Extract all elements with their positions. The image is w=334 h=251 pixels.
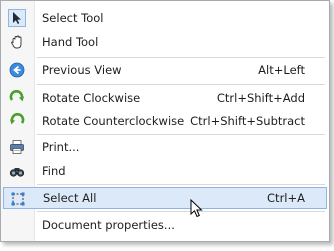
menu-item-label: Print... (42, 140, 80, 154)
menu-item-hand-tool[interactable]: Hand Tool (3, 31, 327, 53)
select-all-icon (9, 190, 27, 208)
menu-item-previous-view[interactable]: Previous View Alt+Left (3, 59, 327, 81)
binoculars-icon (8, 162, 26, 180)
menu-item-select-tool[interactable]: Select Tool (3, 7, 327, 29)
menu-item-label: Hand Tool (42, 35, 99, 49)
menu-item-rotate-counterclockwise[interactable]: Rotate Counterclockwise Ctrl+Shift+Subtr… (3, 110, 327, 132)
menu-item-document-properties[interactable]: Document properties... (3, 214, 327, 236)
menu-item-label: Select Tool (42, 11, 104, 25)
menu-separator (37, 184, 325, 185)
context-menu: Select Tool Hand Tool Previous View Alt+… (0, 0, 330, 242)
printer-icon (8, 138, 26, 156)
rotate-clockwise-icon (8, 89, 26, 107)
menu-item-label: Select All (43, 191, 97, 205)
back-arrow-icon (8, 61, 26, 79)
menu-item-find[interactable]: Find (3, 160, 327, 182)
mouse-pointer-icon (190, 199, 203, 218)
menu-separator (37, 57, 325, 58)
menu-item-shortcut: Ctrl+Shift+Subtract (190, 114, 305, 128)
menu-item-select-all[interactable]: Select All Ctrl+A (3, 187, 327, 209)
menu-item-label: Previous View (42, 63, 122, 77)
menu-item-label: Rotate Clockwise (42, 91, 141, 105)
menu-separator (37, 134, 325, 135)
menu-separator (37, 211, 325, 212)
rotate-counterclockwise-icon (8, 112, 26, 130)
menu-item-shortcut: Ctrl+Shift+Add (216, 91, 305, 105)
hand-icon (8, 33, 26, 51)
menu-item-print[interactable]: Print... (3, 136, 327, 158)
menu-item-rotate-clockwise[interactable]: Rotate Clockwise Ctrl+Shift+Add (3, 87, 327, 109)
menu-item-shortcut: Ctrl+A (267, 191, 305, 205)
menu-item-label: Find (42, 164, 66, 178)
arrow-cursor-icon (8, 9, 26, 27)
menu-item-label: Rotate Counterclockwise (42, 114, 185, 128)
menu-item-label: Document properties... (42, 218, 175, 232)
menu-item-shortcut: Alt+Left (258, 63, 305, 77)
menu-separator (37, 84, 325, 85)
